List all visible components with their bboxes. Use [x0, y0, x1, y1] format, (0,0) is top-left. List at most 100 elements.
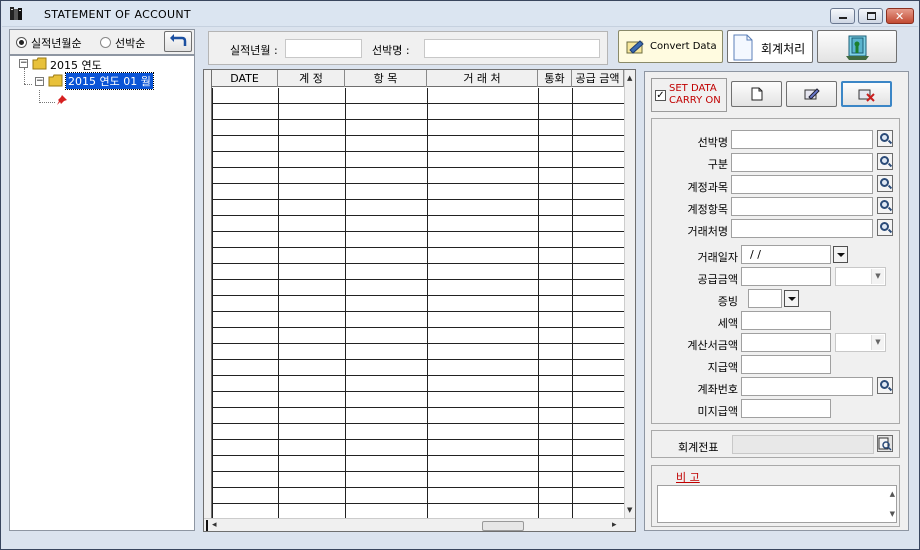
- statement-grid[interactable]: DATE 계 정 항 목 거 래 처 통화 공급 금액 ▲ ▼ ◂ ▸: [203, 69, 636, 532]
- invoice-amount-field[interactable]: [741, 333, 831, 352]
- folder-icon: [32, 57, 47, 70]
- supply-amount-label: 공급금액: [697, 273, 738, 286]
- sort-radio-ship[interactable]: [100, 37, 111, 48]
- ship-name-label: 선박명: [697, 136, 728, 149]
- slip-label: 회계전표: [678, 441, 719, 454]
- ship-name-search-icon[interactable]: [877, 130, 893, 147]
- main-window: STATEMENT OF ACCOUNT ✕ 실적년월순 선박순 − 2015 …: [0, 0, 920, 550]
- ship-input[interactable]: [424, 39, 600, 58]
- minimize-button[interactable]: [830, 8, 855, 24]
- grid-hscrollbar[interactable]: ◂ ▸: [204, 518, 635, 531]
- memo-box: 비 고 ▲ ▼: [651, 465, 900, 527]
- grid-header-date[interactable]: DATE: [212, 70, 278, 87]
- delete-record-button[interactable]: [841, 81, 892, 107]
- tree-item-root[interactable]: 2015 연도: [50, 57, 102, 73]
- grid-header: DATE 계 정 항 목 거 래 처 통화 공급 금액: [204, 70, 624, 87]
- grid-vscrollbar[interactable]: ▲ ▼: [624, 70, 635, 518]
- sort-label-ship: 선박순: [115, 37, 146, 50]
- supply-currency-select[interactable]: ▼: [835, 267, 886, 286]
- invoice-currency-select[interactable]: ▼: [835, 333, 886, 352]
- slip-open-icon[interactable]: [877, 435, 893, 452]
- close-icon: ✕: [895, 10, 905, 23]
- maximize-icon: [867, 12, 876, 20]
- vendor-search-icon[interactable]: [877, 219, 893, 236]
- edit-record-button[interactable]: [786, 81, 837, 107]
- title-bar: STATEMENT OF ACCOUNT ✕: [2, 2, 918, 27]
- unpaid-amount-field[interactable]: [741, 399, 831, 418]
- unpaid-amount-label: 미지급액: [697, 405, 738, 418]
- new-page-icon: [751, 87, 763, 101]
- category-label: 구분: [707, 158, 728, 171]
- evidence-field[interactable]: [748, 289, 782, 308]
- account-item-label: 계정항목: [687, 203, 728, 216]
- account-subject-search-icon[interactable]: [877, 175, 893, 192]
- tree-collapse-toggle-child[interactable]: −: [35, 77, 44, 86]
- category-field[interactable]: [731, 153, 873, 172]
- window-title: STATEMENT OF ACCOUNT: [44, 8, 191, 21]
- document-icon: [733, 34, 753, 61]
- account-number-field[interactable]: [741, 377, 873, 396]
- scroll-down-arrow-icon[interactable]: ▼: [627, 506, 632, 514]
- exit-button[interactable]: [817, 30, 897, 63]
- tree-panel: − 2015 연도 − 2015 연도 01 월: [9, 55, 195, 531]
- set-data-checkbox[interactable]: ✓: [655, 90, 666, 101]
- grid-header-vendor[interactable]: 거 래 처: [427, 70, 538, 87]
- refresh-button[interactable]: [164, 31, 192, 52]
- hscroll-thumb[interactable]: [482, 521, 524, 531]
- vendor-field[interactable]: [731, 219, 873, 238]
- category-search-icon[interactable]: [877, 153, 893, 170]
- vendor-label: 거래처명: [687, 225, 728, 238]
- grid-header-item[interactable]: 항 목: [345, 70, 427, 87]
- minimize-icon: [839, 17, 847, 19]
- account-item-search-icon[interactable]: [877, 197, 893, 214]
- ship-name-field[interactable]: [731, 130, 873, 149]
- convert-data-label: Convert Data: [650, 41, 717, 52]
- paid-amount-label: 지급액: [707, 361, 738, 374]
- memo-scroll-up-icon[interactable]: ▲: [890, 490, 895, 498]
- memo-scroll-down-icon[interactable]: ▼: [890, 510, 895, 518]
- sort-label-period: 실적년월순: [31, 37, 82, 50]
- supply-amount-field[interactable]: [741, 267, 831, 286]
- account-subject-label: 계정과목: [687, 181, 728, 194]
- accounting-process-button[interactable]: 회계처리: [727, 30, 813, 63]
- delete-icon: [858, 89, 875, 102]
- detail-form: 선박명 구분 계정과목 계정항목 거래처명 거래일자 / / 공급금액 ▼ 증빙…: [651, 118, 900, 424]
- evidence-dropdown-icon[interactable]: [784, 290, 799, 307]
- tax-label: 세액: [717, 317, 738, 330]
- filter-bar: 실적년월 : 선박명 :: [208, 31, 608, 65]
- undo-arrow-icon: [170, 34, 187, 46]
- convert-icon: [626, 40, 644, 54]
- scroll-left-arrow-icon[interactable]: ◂: [212, 520, 217, 530]
- paid-amount-field[interactable]: [741, 355, 831, 374]
- grid-header-supply-amount[interactable]: 공급 금액: [572, 70, 624, 87]
- sort-option-bar: 실적년월순 선박순: [9, 29, 195, 55]
- trans-date-field[interactable]: / /: [741, 245, 831, 264]
- detail-panel: ✓ SET DATA CARRY ON 선박명 구분 계정과목 계정항목 거래처…: [644, 71, 909, 531]
- convert-data-button[interactable]: Convert Data: [618, 30, 723, 63]
- close-button[interactable]: ✕: [886, 8, 914, 24]
- tree-collapse-toggle-root[interactable]: −: [19, 59, 28, 68]
- trans-date-label: 거래일자: [697, 251, 738, 264]
- memo-textarea[interactable]: ▲ ▼: [657, 485, 897, 523]
- tree-item-selected[interactable]: 2015 연도 01 월: [65, 72, 154, 90]
- new-record-button[interactable]: [731, 81, 782, 107]
- evidence-label: 증빙: [717, 295, 738, 308]
- maximize-button[interactable]: [858, 8, 883, 24]
- accounting-process-label: 회계처리: [761, 42, 806, 56]
- memo-label: 비 고: [676, 471, 700, 484]
- trans-date-dropdown-icon[interactable]: [833, 246, 848, 263]
- grid-rows[interactable]: [204, 88, 624, 518]
- account-subject-field[interactable]: [731, 175, 873, 194]
- scroll-up-arrow-icon[interactable]: ▲: [627, 74, 632, 82]
- period-input[interactable]: [285, 39, 362, 58]
- scroll-right-arrow-icon[interactable]: ▸: [612, 520, 617, 530]
- exit-door-icon: [846, 35, 869, 60]
- invoice-amount-label: 계산서금액: [687, 339, 738, 352]
- tax-field[interactable]: [741, 311, 831, 330]
- grid-header-currency[interactable]: 통화: [538, 70, 572, 87]
- account-number-search-icon[interactable]: [877, 377, 893, 394]
- sort-radio-period[interactable]: [16, 37, 27, 48]
- grid-header-account[interactable]: 계 정: [278, 70, 345, 87]
- set-data-box: ✓ SET DATA CARRY ON: [651, 78, 727, 112]
- account-item-field[interactable]: [731, 197, 873, 216]
